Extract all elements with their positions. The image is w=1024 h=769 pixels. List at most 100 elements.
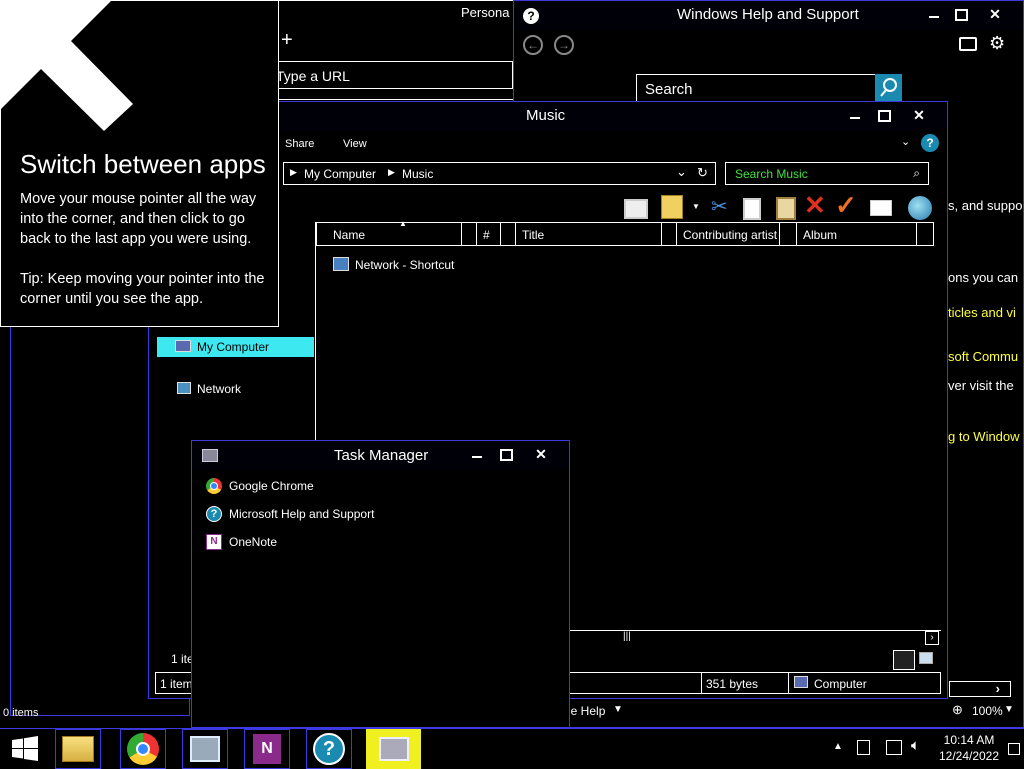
taskbar-task-manager[interactable]	[366, 729, 421, 769]
computer-icon	[175, 340, 191, 352]
task-row-onenote[interactable]: N OneNote	[206, 533, 546, 553]
column-title[interactable]: Title	[516, 223, 662, 245]
breadcrumb-arrow-icon: ▶	[290, 167, 297, 177]
task-manager-close-button[interactable]: ✕	[529, 444, 553, 464]
show-desktop-button[interactable]	[1008, 743, 1020, 755]
rename-icon[interactable]	[870, 200, 892, 216]
help-close-button[interactable]: ✕	[983, 4, 1007, 24]
new-tab-button[interactable]: +	[281, 29, 293, 52]
horizontal-scrollbar[interactable]: ||| ›	[569, 630, 941, 646]
help-link-2[interactable]: soft Commu	[948, 349, 1018, 364]
address-dropdown-chevron-icon[interactable]: ⌄	[676, 164, 687, 180]
file-explorer-icon	[62, 736, 94, 762]
online-help-menu[interactable]: ne Help	[564, 704, 605, 718]
delete-icon[interactable]: ✕	[804, 190, 826, 221]
ribbon-tab-view[interactable]: View	[343, 138, 367, 150]
folder-options-icon[interactable]	[661, 195, 683, 219]
nav-item-my-computer[interactable]: My Computer	[157, 337, 314, 357]
copy-icon[interactable]	[743, 198, 761, 220]
scrollbar-grip-icon: |||	[623, 631, 631, 642]
status-item-count: 1 item	[160, 677, 193, 691]
task-name-help: Microsoft Help and Support	[229, 507, 375, 521]
taskbar-help[interactable]: ?	[306, 729, 352, 769]
network-icon	[177, 382, 191, 394]
column-album[interactable]: Album	[797, 223, 917, 245]
help-fragment-3: ver visit the	[948, 378, 1014, 393]
status-size: 351 bytes	[706, 677, 759, 691]
zoom-level[interactable]: 100%	[972, 704, 1003, 718]
volume-icon[interactable]: 🔈︎	[911, 737, 920, 754]
windows-logo-icon	[12, 736, 38, 761]
taskbar: N ? ▲ 🔈︎ 10:14 AM 12/24/2022	[0, 728, 1024, 769]
taskbar-chrome[interactable]	[120, 729, 166, 769]
details-view-icon[interactable]	[893, 650, 915, 670]
taskbar-onenote[interactable]: N	[244, 729, 290, 769]
file-row[interactable]: Network - Shortcut	[333, 256, 533, 274]
help-search-placeholder: Search	[645, 81, 693, 98]
breadcrumb-music[interactable]: Music	[402, 167, 433, 181]
ribbon-expand-chevron-icon[interactable]: ⌄	[901, 135, 910, 148]
breadcrumb-my-computer[interactable]: My Computer	[304, 167, 376, 181]
sort-indicator-icon: ▲	[399, 219, 407, 228]
explorer-minimize-button[interactable]	[843, 105, 867, 125]
properties-check-icon[interactable]: ✓	[835, 190, 857, 221]
clock-date: 12/24/2022	[938, 749, 1000, 763]
taskbar-remote-desktop[interactable]	[182, 729, 228, 769]
task-name-onenote: OneNote	[229, 535, 278, 549]
help-fragment-2: ons you can	[948, 270, 1019, 285]
show-hidden-icons-icon[interactable]: ▲	[833, 741, 843, 752]
forward-icon[interactable]: →	[554, 35, 574, 55]
help-maximize-button[interactable]	[948, 4, 972, 24]
browser-tab[interactable]: Persona	[461, 5, 509, 20]
taskbar-file-explorer[interactable]	[55, 729, 101, 769]
dropdown-chevron-icon[interactable]: ▼	[692, 202, 700, 211]
column-spacer	[462, 223, 477, 245]
scroll-right-button[interactable]: ›	[925, 631, 939, 645]
start-button[interactable]	[2, 729, 48, 769]
nav-item-network[interactable]: Network	[157, 379, 314, 399]
chrome-icon	[127, 733, 159, 765]
back-icon[interactable]: ←	[523, 35, 543, 55]
help-scroll-arrow[interactable]: ›	[949, 681, 1011, 697]
print-icon[interactable]	[959, 37, 977, 51]
help-fragment-1: s, and suppo	[948, 198, 1023, 213]
status-computer-icon	[794, 676, 808, 688]
task-manager-app-icon	[202, 449, 218, 462]
address-bar[interactable]: Type a URL	[273, 61, 513, 89]
help-link-1[interactable]: ticles and vi	[948, 305, 1016, 320]
refresh-icon[interactable]: ↻	[697, 165, 708, 181]
cut-icon[interactable]: ✂	[711, 194, 728, 219]
explorer-maximize-button[interactable]	[871, 105, 895, 125]
help-link-3[interactable]: g to Window	[948, 429, 1020, 444]
paste-icon[interactable]	[776, 197, 796, 220]
column-name[interactable]: Name	[327, 223, 462, 245]
help-search-icon[interactable]	[875, 74, 902, 102]
column-contributing-artist[interactable]: Contributing artist	[677, 223, 780, 245]
task-row-help[interactable]: ? Microsoft Help and Support	[206, 505, 546, 525]
task-manager-minimize-button[interactable]	[465, 444, 489, 464]
explorer-search-icon[interactable]: ⌕	[913, 166, 920, 181]
task-row-chrome[interactable]: Google Chrome	[206, 477, 546, 497]
help-minimize-button[interactable]	[922, 4, 946, 24]
action-center-icon[interactable]	[857, 740, 870, 755]
explorer-close-button[interactable]: ✕	[907, 105, 931, 125]
onenote-icon: N	[253, 734, 281, 764]
preview-pane-icon[interactable]	[624, 199, 648, 219]
network-globe-icon[interactable]	[908, 196, 932, 220]
clock[interactable]: 10:14 AM 12/24/2022	[934, 733, 1004, 763]
settings-gear-icon[interactable]: ⚙	[989, 33, 1005, 54]
tiles-view-icon[interactable]	[919, 652, 933, 664]
help-app-icon: ?	[523, 8, 539, 24]
ribbon-help-icon[interactable]: ?	[921, 134, 939, 152]
ribbon-tab-share[interactable]: Share	[285, 138, 314, 150]
network-status-icon[interactable]	[886, 740, 902, 755]
help-search-input[interactable]: Search	[636, 74, 902, 102]
tip-hint: Tip: Keep moving your pointer into the c…	[20, 271, 265, 307]
column-number[interactable]: #	[477, 223, 501, 245]
task-manager-maximize-button[interactable]	[493, 444, 517, 464]
address-breadcrumb[interactable]: ▶ My Computer ▶ Music ⌄ ↻	[283, 162, 716, 185]
column-spacer	[662, 223, 677, 245]
explorer-search-input[interactable]: Search Music ⌕	[725, 162, 929, 185]
status-divider	[701, 673, 702, 693]
file-name: Network - Shortcut	[355, 258, 455, 272]
